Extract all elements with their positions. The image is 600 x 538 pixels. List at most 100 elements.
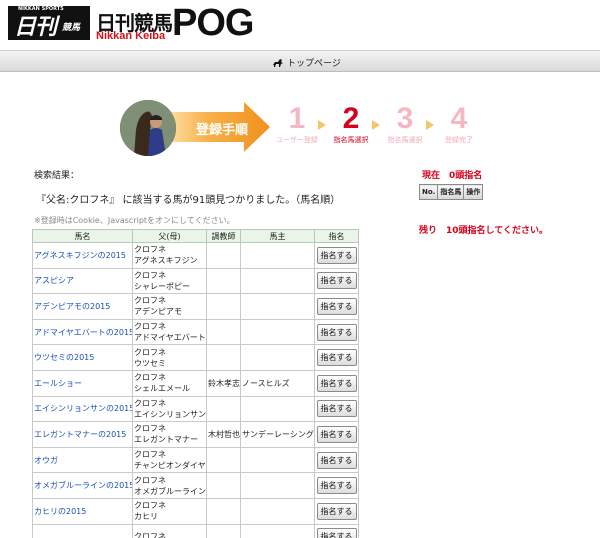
step-2: 2 指名馬選択 [326,104,376,145]
col-header-nominate: 指名 [314,229,359,243]
sire-name: クロフネ [134,532,166,538]
current-count: 現在 0頭指名 [422,171,483,181]
step-4-label: 登録完了 [445,136,473,144]
horse-name-link[interactable]: オウガ [32,446,133,474]
step-separator [426,120,434,130]
sire-name: クロフネ [134,322,166,332]
dam-name: ウツセミ [134,358,166,368]
nav-bar: トップページ [0,50,600,72]
dam-name: カヒリ [134,512,158,522]
horse-name-link[interactable]: エイシンリョンサンの2015 [32,395,133,423]
nominate-button[interactable]: 指名する [316,374,357,392]
dam-name: シャレーポピー [134,281,190,291]
nominate-button[interactable]: 指名する [316,502,357,520]
table-row: オメガブルーラインの2015 クロフネ オメガブルーライン 指名する [32,472,359,499]
nominate-cell: 指名する [314,395,359,423]
owner-cell [240,472,315,499]
horse-name-link[interactable]: ウツセミの2015 [32,344,133,371]
parent-cell: クロフネ エレガントマナー [132,421,207,448]
horse-table: 馬名 父(母) 調教師 馬主 指名 アグネスキフジンの2015 クロフネ アグネスキ… [32,229,359,538]
sire-name: クロフネ [134,270,166,280]
sire-name: クロフネ [134,475,166,485]
parent-cell: クロフネ チャンピオンダイヤ [132,446,207,474]
nikkan-logo[interactable]: NIKKAN SPORTS 日刊 競馬 [8,6,90,40]
nominate-button[interactable]: 指名する [316,425,357,443]
sire-name: クロフネ [134,347,166,357]
nominate-cell: 指名する [314,421,359,448]
step-4: 4 登録完了 [434,104,484,145]
horse-name-link[interactable]: カヒリの2015 [32,497,133,525]
parent-cell: クロフネ アドマイヤエバート [132,318,207,346]
trainer-cell [206,267,241,295]
jockey-horse-photo [120,100,176,156]
col-header-name: 馬名 [32,229,133,243]
nominated-col-horse: 指名馬 [437,184,465,200]
col-header-parent: 父(母) [132,229,207,243]
table-header-row: 馬名 父(母) 調教師 馬主 指名 [32,229,359,243]
nominated-header-row: No. 指名馬 操作 [418,184,484,200]
logo-big-text: 日刊 [14,15,57,40]
nominate-button[interactable]: 指名する [316,477,357,495]
nominate-button[interactable]: 指名する [316,451,357,469]
table-row: ウツセミの2015 クロフネ ウツセミ 指名する [32,344,359,371]
nominate-button[interactable]: 指名する [316,297,357,315]
sire-name: クロフネ [134,296,166,306]
nominate-cell: 指名する [314,293,359,320]
nominate-button[interactable]: 指名する [316,272,357,290]
sire-name: クロフネ [134,501,166,511]
nominate-button[interactable]: 指名する [316,528,357,538]
table-row: アグネスキフジンの2015 クロフネ アグネスキフジン 指名する [32,242,359,269]
step-separator [372,120,380,130]
owner-cell [240,395,315,423]
trainer-cell [206,446,241,474]
owner-cell: ノースヒルズ [240,369,315,397]
trainer-cell [206,497,241,525]
owner-cell: サンデーレーシング [240,421,315,448]
step-1-label: ユーザー登録 [276,136,318,144]
trainer-cell: 木村哲也 [206,421,241,448]
dam-name: アグネスキフジン [134,256,198,266]
search-result-label: 検索結果： [34,171,80,181]
table-row: エレガントマナーの2015 クロフネ エレガントマナー 木村哲也 サンデーレーシング 指名… [32,421,359,448]
horse-name-link[interactable]: アスピシア [32,267,133,295]
nominate-button[interactable]: 指名する [316,323,357,341]
nominate-button[interactable]: 指名する [316,246,357,264]
horse-name-link[interactable]: アデンピアモの2015 [32,293,133,320]
step-1-number: 1 [288,102,306,135]
owner-cell [240,497,315,525]
table-row: アスピシア クロフネ シャレーポピー 指名する [32,267,359,295]
parent-cell: クロフネ アデンピアモ [132,293,207,320]
top-page-label: トップページ [287,59,341,69]
col-header-owner: 馬主 [240,229,315,243]
horse-name-link[interactable]: アドマイヤエバートの2015 [32,318,133,346]
steps-banner-label: 登録手順 [196,123,249,138]
step-2-label: 指名馬選択 [333,136,369,144]
dam-name: シェルエメール [134,384,190,394]
step-3-label: 指名馬選択 [387,136,423,144]
nominate-button[interactable]: 指名する [316,400,357,418]
horse-name-link[interactable]: オメガブルーラインの2015 [32,472,133,499]
horse-name-link[interactable]: エールショー [32,369,133,397]
nominate-button[interactable]: 指名する [316,349,357,367]
step-1: 1 ユーザー登録 [272,104,322,145]
nominated-col-action: 操作 [463,184,484,200]
sire-name: クロフネ [134,398,166,408]
nominate-cell: 指名する [314,369,359,397]
trainer-cell [206,472,241,499]
horse-name-link[interactable] [32,523,133,538]
parent-cell: クロフネ アグネスキフジン [132,242,207,269]
step-3: 3 指名馬選択 [380,104,430,145]
dam-name: アドマイヤエバート [134,333,206,343]
dam-name: アデンピアモ [134,307,182,317]
title-en: Nikkan Keiba [96,30,166,42]
trainer-cell [206,318,241,346]
nominated-col-no: No. [418,184,439,200]
table-row: エイシンリョンサンの2015 クロフネ エイシンリョンサン 指名する [32,395,359,423]
cookie-note: ※登録時はCookie、Javascriptをオンにしてください。 [34,216,235,225]
horse-name-link[interactable]: エレガントマナーの2015 [32,421,133,448]
table-row: アドマイヤエバートの2015 クロフネ アドマイヤエバート 指名する [32,318,359,346]
trainer-cell [206,395,241,423]
top-page-link[interactable]: トップページ [272,56,341,69]
horse-name-link[interactable]: アグネスキフジンの2015 [32,242,133,269]
trainer-cell [206,242,241,269]
